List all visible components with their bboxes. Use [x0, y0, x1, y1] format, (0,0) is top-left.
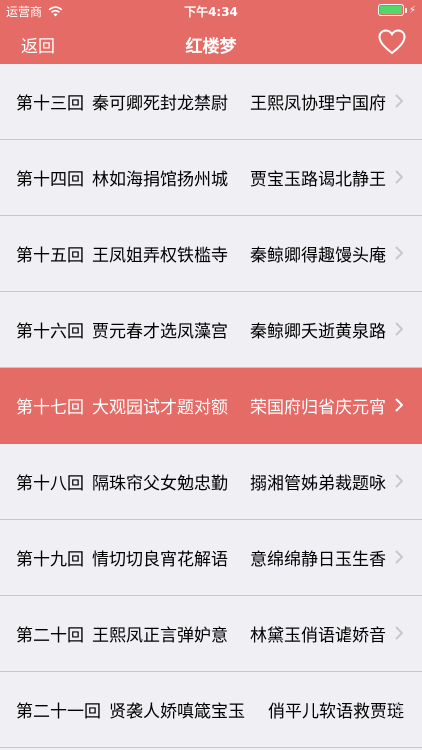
- chapter-row[interactable]: 第十九回 情切切良宵花解语 意绵绵静日玉生香: [0, 520, 422, 596]
- chapter-title-first: 贾元春才选凤藻宫: [92, 322, 228, 342]
- navigation-bar: 返回 红楼梦: [0, 20, 422, 64]
- status-right: ⚡: [377, 4, 416, 16]
- chapter-number: 第二十回: [16, 626, 84, 646]
- chapter-title-second: 荣国府归省庆元宵: [250, 398, 386, 418]
- chapter-row[interactable]: 第十四回 林如海捐馆扬州城 贾宝玉路谒北静王: [0, 140, 422, 216]
- chevron-right-icon: [395, 474, 403, 488]
- chapter-title-second: 林黛玉俏语谑娇音: [250, 626, 386, 646]
- chapter-title-first: 秦可卿死封龙禁尉: [92, 94, 228, 114]
- status-time: 下午4:34: [184, 5, 238, 19]
- chapter-number: 第十八回: [16, 474, 84, 494]
- chevron-right-icon: [395, 550, 403, 564]
- heart-outline-icon[interactable]: [378, 29, 406, 55]
- chapter-title-second: 贾宝玉路谒北静王: [250, 170, 386, 190]
- chapter-title-first: 林如海捐馆扬州城: [92, 170, 228, 190]
- status-bar: 运营商 下午4:34 ⚡: [0, 0, 422, 20]
- chapter-number: 第二十一回: [16, 702, 101, 722]
- chapter-title-second: 俏平儿软语救贾琏: [268, 702, 404, 722]
- chapter-row[interactable]: 第二十一回 贤袭人娇嗔箴宝玉 俏平儿软语救贾琏: [0, 672, 422, 748]
- chapter-number: 第十四回: [16, 170, 84, 190]
- battery-cap: [404, 7, 407, 13]
- chapter-row[interactable]: 第十五回 王凤姐弄权铁槛寺 秦鲸卿得趣馒头庵: [0, 216, 422, 292]
- chapter-title-first: 隔珠帘父女勉忠勤: [92, 474, 228, 494]
- chapter-row[interactable]: 第二十回 王熙凤正言弹妒意 林黛玉俏语谑娇音: [0, 596, 422, 672]
- chapter-row[interactable]: 第十七回 大观园试才题对额 荣国府归省庆元宵: [0, 368, 422, 444]
- charging-bolt-icon: ⚡: [408, 4, 416, 16]
- chapter-number: 第十九回: [16, 550, 84, 570]
- chapter-list[interactable]: 第十三回 秦可卿死封龙禁尉 王熙凤协理宁国府第十四回 林如海捐馆扬州城 贾宝玉路谒北静王…: [0, 64, 422, 750]
- chapter-title-second: 王熙凤协理宁国府: [250, 94, 386, 114]
- chapter-number: 第十六回: [16, 322, 84, 342]
- chapter-title-second: 搦湘管姊弟裁题咏: [250, 474, 386, 494]
- battery-icon: [377, 4, 404, 16]
- chapter-title-first: 大观园试才题对额: [92, 398, 228, 418]
- chapter-title-second: 秦鲸卿得趣馒头庵: [250, 246, 386, 266]
- back-button[interactable]: 返回: [21, 32, 55, 57]
- chapter-number: 第十七回: [16, 398, 84, 418]
- chevron-right-icon: [395, 702, 403, 716]
- page-title: 红楼梦: [185, 37, 237, 57]
- chapter-title-second: 秦鲸卿夭逝黄泉路: [250, 322, 386, 342]
- chapter-row[interactable]: 第十三回 秦可卿死封龙禁尉 王熙凤协理宁国府: [0, 64, 422, 140]
- battery-level: [379, 6, 402, 14]
- chapter-row[interactable]: 第十八回 隔珠帘父女勉忠勤 搦湘管姊弟裁题咏: [0, 444, 422, 520]
- chevron-right-icon: [395, 94, 403, 108]
- chapter-number: 第十五回: [16, 246, 84, 266]
- chevron-right-icon: [395, 398, 403, 412]
- chapter-row[interactable]: 第十六回 贾元春才选凤藻宫 秦鲸卿夭逝黄泉路: [0, 292, 422, 368]
- chapter-title-first: 王熙凤正言弹妒意: [92, 626, 228, 646]
- chapter-title-first: 情切切良宵花解语: [92, 550, 228, 570]
- chevron-right-icon: [395, 322, 403, 336]
- chevron-right-icon: [395, 170, 403, 184]
- chapter-title-first: 王凤姐弄权铁槛寺: [92, 246, 228, 266]
- chapter-title-first: 贤袭人娇嗔箴宝玉: [109, 702, 245, 722]
- chevron-right-icon: [395, 626, 403, 640]
- chapter-number: 第十三回: [16, 94, 84, 114]
- chapter-title-second: 意绵绵静日玉生香: [250, 550, 386, 570]
- chevron-right-icon: [395, 246, 403, 260]
